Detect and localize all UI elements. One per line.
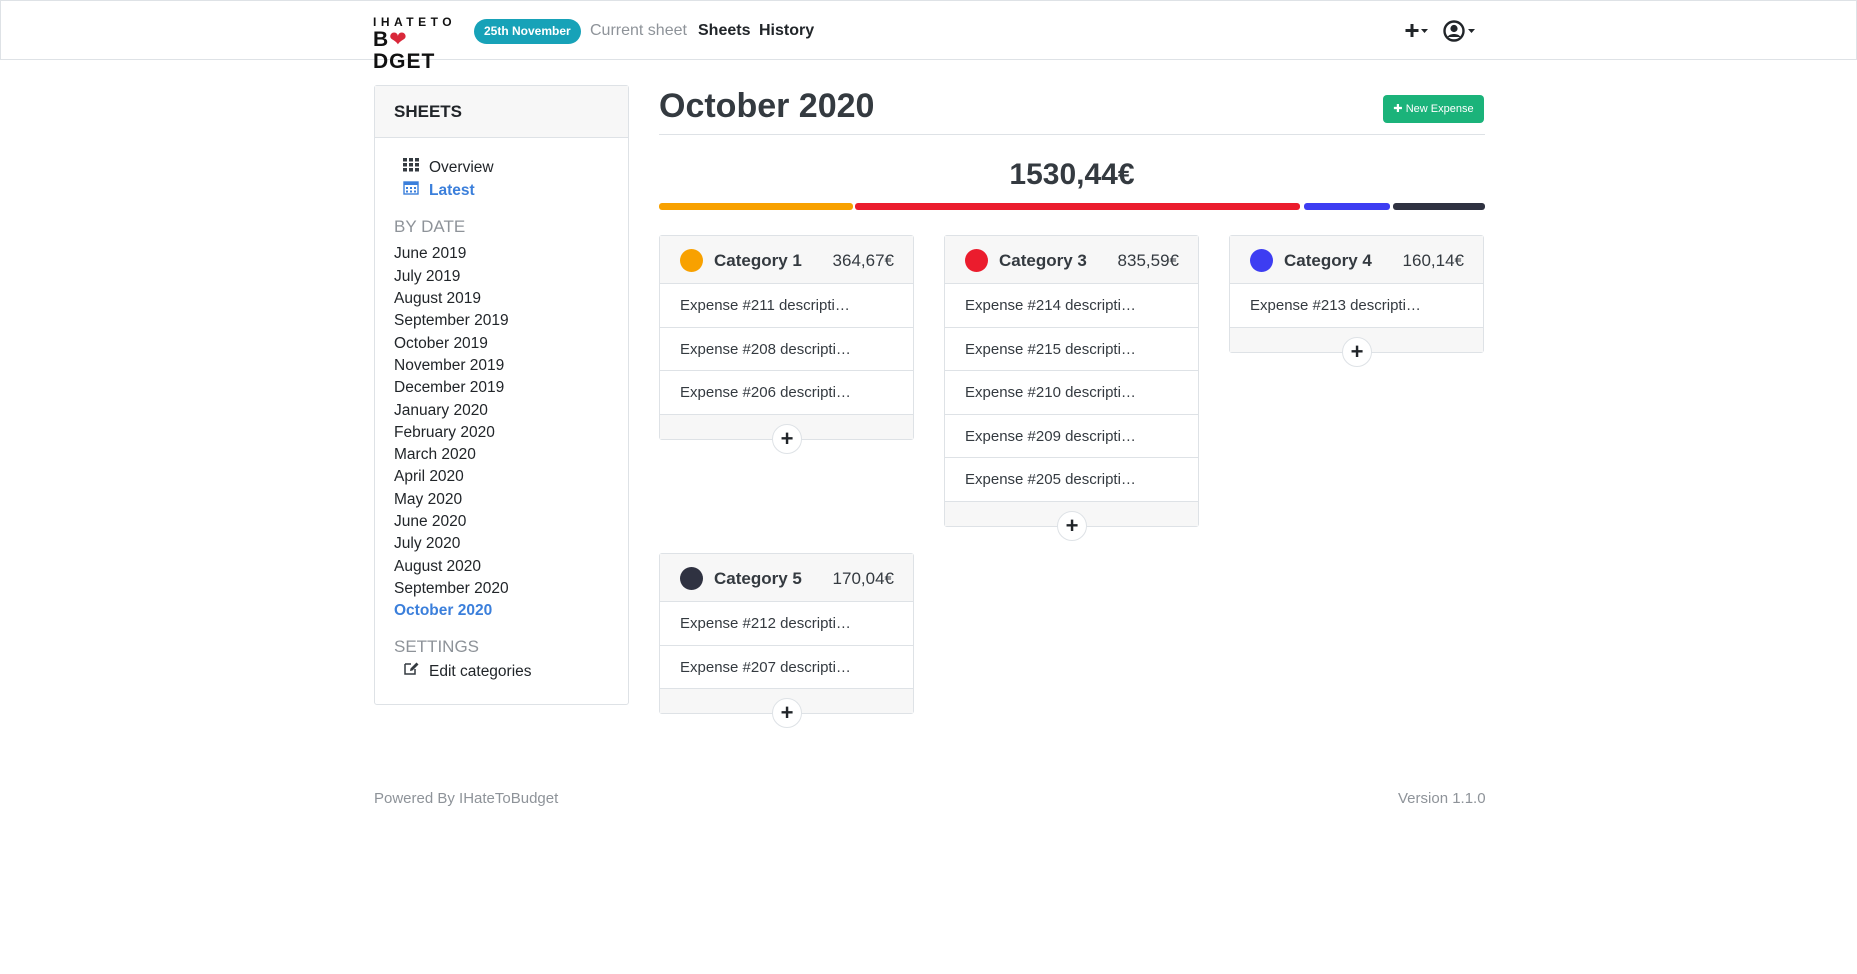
category-name: Category 4 [1284, 251, 1372, 270]
category-amount: 170,04€ [832, 569, 894, 588]
category-card-header: Category 5 170,04€ [660, 554, 913, 602]
broken-heart-icon: ❤ [389, 28, 408, 51]
nav-history[interactable]: History [759, 21, 814, 41]
sidebar-month-may-2020[interactable]: May 2020 [394, 489, 462, 510]
spending-bar-category-3 [855, 203, 1300, 210]
top-navbar: IHATETO B❤DGET 25th November Current she… [0, 0, 1857, 73]
sidebar-month-november-2019[interactable]: November 2019 [394, 355, 504, 376]
add-expense-button[interactable]: + [772, 698, 802, 728]
category-color-dot [680, 567, 703, 590]
title-divider [659, 134, 1485, 135]
sidebar-month-october-2019[interactable]: October 2019 [394, 333, 488, 354]
category-card: Category 1 364,67€ Expense #211 descript… [659, 235, 914, 454]
brand-logo[interactable]: IHATETO B❤DGET [373, 16, 461, 73]
sidebar-month-april-2020[interactable]: April 2020 [394, 466, 464, 487]
total-amount: 1530,44€ [1009, 158, 1135, 191]
user-circle-icon[interactable] [1442, 19, 1478, 43]
calendar-icon [403, 180, 419, 202]
spending-bar-category-4 [1304, 203, 1390, 210]
category-name: Category 3 [999, 251, 1087, 270]
category-card-header: Category 4 160,14€ [1230, 236, 1483, 284]
category-amount: 160,14€ [1402, 251, 1464, 270]
sidebar-month-july-2020[interactable]: July 2020 [394, 533, 460, 554]
add-expense-button[interactable]: + [772, 423, 802, 454]
version-text: Version 1.1.0 [1398, 790, 1486, 807]
category-name: Category 5 [714, 569, 802, 588]
spending-bar-category-5 [1393, 203, 1485, 210]
sheets-sidebar: SHEETS Overview Latest BY DATE June 2019… [374, 85, 629, 705]
sidebar-month-august-2019[interactable]: August 2019 [394, 288, 481, 309]
sidebar-item-label: Latest [429, 182, 475, 200]
sidebar-month-july-2019[interactable]: July 2019 [394, 266, 460, 287]
sidebar-month-december-2019[interactable]: December 2019 [394, 377, 504, 398]
category-card-footer: + [1230, 327, 1483, 367]
new-expense-button[interactable]: ✚ New Expense [1383, 95, 1484, 123]
sidebar-month-june-2019[interactable]: June 2019 [394, 243, 466, 264]
expense-row[interactable]: Expense #206 descripti… [660, 371, 913, 415]
expense-row[interactable]: Expense #210 descripti… [945, 371, 1198, 415]
sidebar-month-june-2020[interactable]: June 2020 [394, 511, 466, 532]
expense-row[interactable]: Expense #208 descripti… [660, 328, 913, 371]
sidebar-month-september-2019[interactable]: September 2019 [394, 310, 509, 331]
sidebar-item-latest[interactable]: Latest [403, 180, 475, 202]
category-color-dot [1250, 249, 1273, 272]
expense-row[interactable]: Expense #212 descripti… [660, 602, 913, 646]
category-card-footer: + [660, 414, 913, 454]
page-title: October 2020 [659, 87, 875, 125]
sidebar-item-overview[interactable]: Overview [403, 157, 494, 179]
category-card: Category 5 170,04€ Expense #212 descript… [659, 553, 914, 728]
add-expense-button[interactable]: + [1057, 510, 1087, 541]
sidebar-month-october-2020[interactable]: October 2020 [394, 600, 492, 621]
category-card-footer: + [945, 501, 1198, 541]
spending-bar-category-1 [659, 203, 853, 210]
settings-heading: SETTINGS [394, 637, 480, 656]
expense-row[interactable]: Expense #211 descripti… [660, 284, 913, 328]
expense-row[interactable]: Expense #207 descripti… [660, 646, 913, 689]
nav-sheets[interactable]: Sheets [698, 21, 750, 41]
category-amount: 835,59€ [1117, 251, 1179, 270]
brand-logo-bottom: B❤DGET [373, 28, 436, 73]
sidebar-month-august-2020[interactable]: August 2020 [394, 556, 481, 577]
category-card: Category 4 160,14€ Expense #213 descript… [1229, 235, 1484, 367]
sidebar-item-label: Overview [429, 159, 494, 177]
category-card: Category 3 835,59€ Expense #214 descript… [944, 235, 1199, 541]
date-badge: 25th November [474, 19, 581, 44]
sidebar-item-edit-categories[interactable]: Edit categories [403, 661, 532, 683]
grid-icon [403, 157, 419, 179]
sidebar-month-march-2020[interactable]: March 2020 [394, 444, 476, 465]
category-amount: 364,67€ [832, 251, 894, 270]
expense-row[interactable]: Expense #215 descripti… [945, 328, 1198, 371]
edit-icon [403, 661, 419, 683]
expense-row[interactable]: Expense #214 descripti… [945, 284, 1198, 328]
plus-dropdown-icon[interactable] [1403, 19, 1431, 43]
category-color-dot [680, 249, 703, 272]
add-expense-button[interactable]: + [1342, 336, 1372, 367]
plus-icon: ✚ [1393, 103, 1406, 115]
category-card-footer: + [660, 689, 913, 728]
expense-row[interactable]: Expense #209 descripti… [945, 415, 1198, 458]
by-date-heading: BY DATE [394, 217, 466, 236]
category-color-dot [965, 249, 988, 272]
category-card-header: Category 3 835,59€ [945, 236, 1198, 284]
sidebar-header: SHEETS [375, 86, 628, 138]
sidebar-month-january-2020[interactable]: January 2020 [394, 400, 488, 421]
powered-by-text: Powered By IHateToBudget [374, 790, 559, 807]
category-name: Category 1 [714, 251, 802, 270]
sidebar-item-label: Edit categories [429, 663, 532, 681]
sidebar-month-february-2020[interactable]: February 2020 [394, 422, 495, 443]
category-card-header: Category 1 364,67€ [660, 236, 913, 284]
expense-row[interactable]: Expense #205 descripti… [945, 458, 1198, 502]
nav-current-sheet[interactable]: Current sheet [590, 21, 687, 41]
sidebar-month-september-2020[interactable]: September 2020 [394, 578, 509, 599]
expense-row[interactable]: Expense #213 descripti… [1230, 284, 1483, 328]
